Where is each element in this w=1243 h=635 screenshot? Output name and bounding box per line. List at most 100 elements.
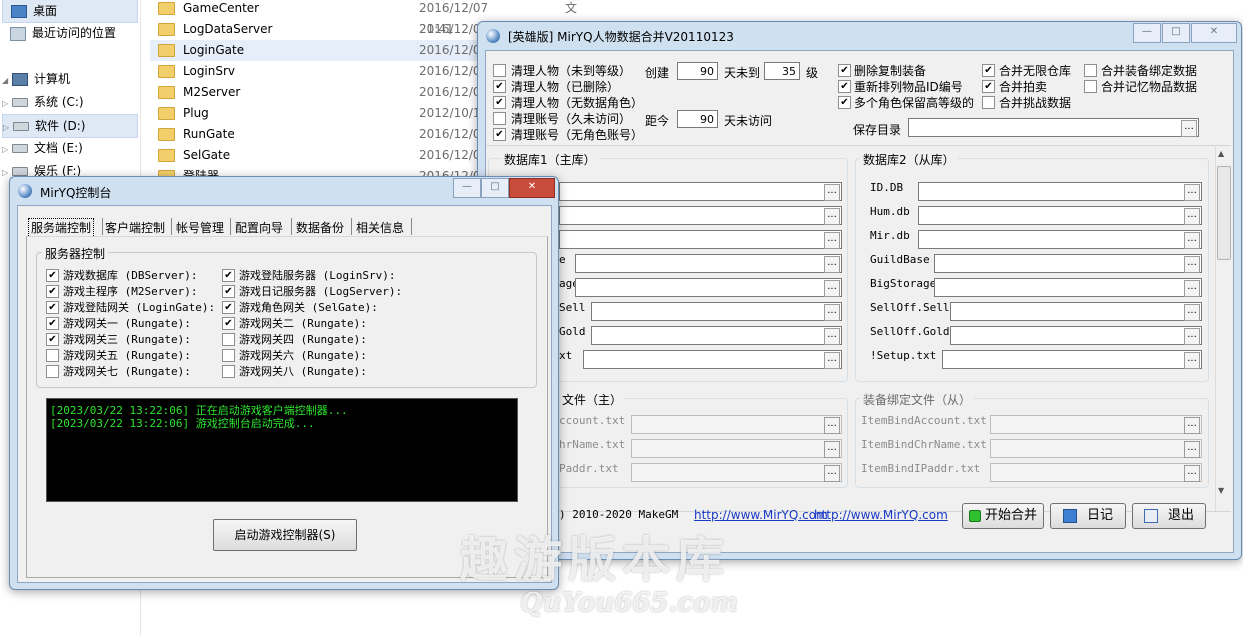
nav-desktop[interactable]: 桌面 — [2, 0, 138, 23]
browse-button[interactable]: ... — [1184, 465, 1200, 482]
db2-field-mir-db[interactable]: ... — [918, 230, 1202, 249]
expand-arrow-icon[interactable]: ▷ — [3, 117, 13, 139]
browse-button[interactable]: ... — [1184, 441, 1200, 458]
opt-renumber-items-checkbox[interactable]: ✔ — [838, 80, 851, 93]
scroll-down-icon[interactable]: ▼ — [1218, 486, 1224, 495]
minimize-button[interactable]: — — [453, 178, 481, 198]
db1-field-8[interactable]: ... — [583, 350, 842, 369]
browse-button[interactable]: ... — [1184, 417, 1200, 434]
opt-merge-auction-checkbox[interactable]: ✔ — [982, 80, 995, 93]
save-dir-input[interactable]: ... — [908, 118, 1199, 137]
db1-field-6[interactable]: ... — [591, 302, 842, 321]
scroll-up-icon[interactable]: ▲ — [1218, 149, 1224, 158]
db1-field-4[interactable]: ... — [575, 254, 842, 273]
website-link-1[interactable]: http://www.MirYQ.com — [694, 508, 828, 522]
rungate4-checkbox[interactable] — [222, 333, 235, 346]
opt-clean-empty-account-checkbox[interactable]: ✔ — [493, 128, 506, 141]
browse-button[interactable]: ... — [824, 232, 840, 249]
nav-computer[interactable]: ◢ 计算机 — [2, 68, 70, 90]
scrollbar-thumb[interactable] — [1217, 166, 1231, 260]
bind2-field-account[interactable]: ... — [990, 415, 1202, 434]
db1-field-7[interactable]: ... — [591, 326, 842, 345]
nav-recent-places[interactable]: 最近访问的位置 — [10, 22, 116, 44]
start-controller-button[interactable]: 启动游戏控制器(S) — [213, 519, 357, 551]
browse-button[interactable]: ... — [1184, 328, 1200, 345]
nav-drive-e[interactable]: ▷ 文档 (E:) — [2, 137, 83, 159]
logingate-checkbox[interactable]: ✔ — [46, 301, 59, 314]
browse-button[interactable]: ... — [824, 417, 840, 434]
browse-button[interactable]: ... — [824, 280, 840, 297]
tab-about[interactable]: 相关信息 — [356, 219, 404, 237]
browse-button[interactable]: ... — [1184, 256, 1200, 273]
nav-drive-d[interactable]: ▷ 软件 (D:) — [2, 114, 138, 138]
db2-field-hum-db[interactable]: ... — [918, 206, 1202, 225]
browse-button[interactable]: ... — [824, 208, 840, 225]
db1-field-2[interactable]: ... — [559, 206, 842, 225]
opt-merge-bind-data-checkbox[interactable] — [1084, 64, 1097, 77]
browse-button[interactable]: ... — [824, 184, 840, 201]
browse-button[interactable]: ... — [824, 465, 840, 482]
rungate6-checkbox[interactable] — [222, 349, 235, 362]
opt-delete-dup-items-checkbox[interactable]: ✔ — [838, 64, 851, 77]
maximize-button[interactable]: □ — [1162, 23, 1190, 43]
tab-client-control[interactable]: 客户端控制 — [105, 219, 165, 237]
browse-button[interactable]: ... — [1184, 184, 1200, 201]
browse-button[interactable]: ... — [824, 352, 840, 369]
loginsrv-checkbox[interactable]: ✔ — [222, 269, 235, 282]
level-input[interactable]: 35 — [764, 62, 800, 80]
expand-arrow-icon[interactable]: ▷ — [2, 139, 12, 161]
browse-button[interactable]: ... — [824, 441, 840, 458]
file-row[interactable]: RunGate 2016/12/07 — [150, 124, 488, 145]
selgate-checkbox[interactable]: ✔ — [222, 301, 235, 314]
opt-merge-challenge-checkbox[interactable] — [982, 96, 995, 109]
rungate2-checkbox[interactable]: ✔ — [222, 317, 235, 330]
db1-field-1[interactable]: ... — [559, 182, 842, 201]
ago-days-input[interactable]: 90 — [677, 110, 718, 128]
file-row[interactable]: LoginSrv 2016/12/07 — [150, 61, 488, 82]
file-row[interactable]: GameCenter2016/12/07 21:41文件夹 — [150, 0, 577, 57]
db2-field-setup-txt[interactable]: ... — [942, 350, 1202, 369]
opt-keep-high-level-checkbox[interactable]: ✔ — [838, 96, 851, 109]
nav-drive-c[interactable]: ▷ 系统 (C:) — [2, 91, 84, 113]
file-row[interactable]: M2Server 2016/12/07 — [150, 82, 488, 103]
opt-merge-storage-checkbox[interactable]: ✔ — [982, 64, 995, 77]
start-merge-button[interactable]: 开始合并 — [962, 503, 1044, 529]
db2-field-selloff-sell[interactable]: ... — [950, 302, 1202, 321]
expand-arrow-icon[interactable]: ▷ — [2, 93, 12, 115]
browse-button[interactable]: ... — [1184, 208, 1200, 225]
opt-clean-low-level-checkbox[interactable] — [493, 64, 506, 77]
db1-field-5[interactable]: ... — [575, 278, 842, 297]
m2server-checkbox[interactable]: ✔ — [46, 285, 59, 298]
bind2-field-chrname[interactable]: ... — [990, 439, 1202, 458]
website-link-2[interactable]: http://www.MirYQ.com — [814, 508, 948, 522]
maximize-button[interactable]: □ — [481, 178, 509, 198]
rungate3-checkbox[interactable]: ✔ — [46, 333, 59, 346]
browse-button[interactable]: ... — [824, 304, 840, 321]
exit-button[interactable]: 退出 — [1132, 503, 1206, 529]
tab-server-control[interactable]: 服务端控制 — [28, 218, 95, 238]
bind1-field-ipaddr[interactable]: ... — [631, 463, 842, 482]
rungate5-checkbox[interactable] — [46, 349, 59, 362]
browse-button[interactable]: ... — [1184, 304, 1200, 321]
browse-button[interactable]: ... — [824, 256, 840, 273]
rungate7-checkbox[interactable] — [46, 365, 59, 378]
db2-field-id-db[interactable]: ... — [918, 182, 1202, 201]
merge-titlebar[interactable]: [英雄版] MirYQ人物数据合并V20110123 — □ ✕ — [478, 22, 1241, 50]
vertical-scrollbar[interactable]: ▲ ▼ — [1215, 146, 1231, 511]
tab-config-wizard[interactable]: 配置向导 — [235, 219, 283, 237]
logserver-checkbox[interactable]: ✔ — [222, 285, 235, 298]
browse-button[interactable]: ... — [1184, 352, 1200, 369]
close-button[interactable]: ✕ — [509, 178, 555, 198]
browse-button[interactable]: ... — [1184, 232, 1200, 249]
bind1-field-account[interactable]: ... — [631, 415, 842, 434]
opt-merge-memory-items-checkbox[interactable] — [1084, 80, 1097, 93]
bind2-field-ipaddr[interactable]: ... — [990, 463, 1202, 482]
browse-button[interactable]: ... — [824, 328, 840, 345]
db2-field-guildbase[interactable]: ... — [934, 254, 1202, 273]
file-row[interactable]: SelGate 2016/12/07 — [150, 145, 488, 166]
tab-account-management[interactable]: 帐号管理 — [176, 219, 224, 237]
db1-field-3[interactable]: ... — [559, 230, 842, 249]
log-button[interactable]: 日记 — [1050, 503, 1126, 529]
minimize-button[interactable]: — — [1133, 23, 1161, 43]
browse-button[interactable]: ... — [1184, 280, 1200, 297]
